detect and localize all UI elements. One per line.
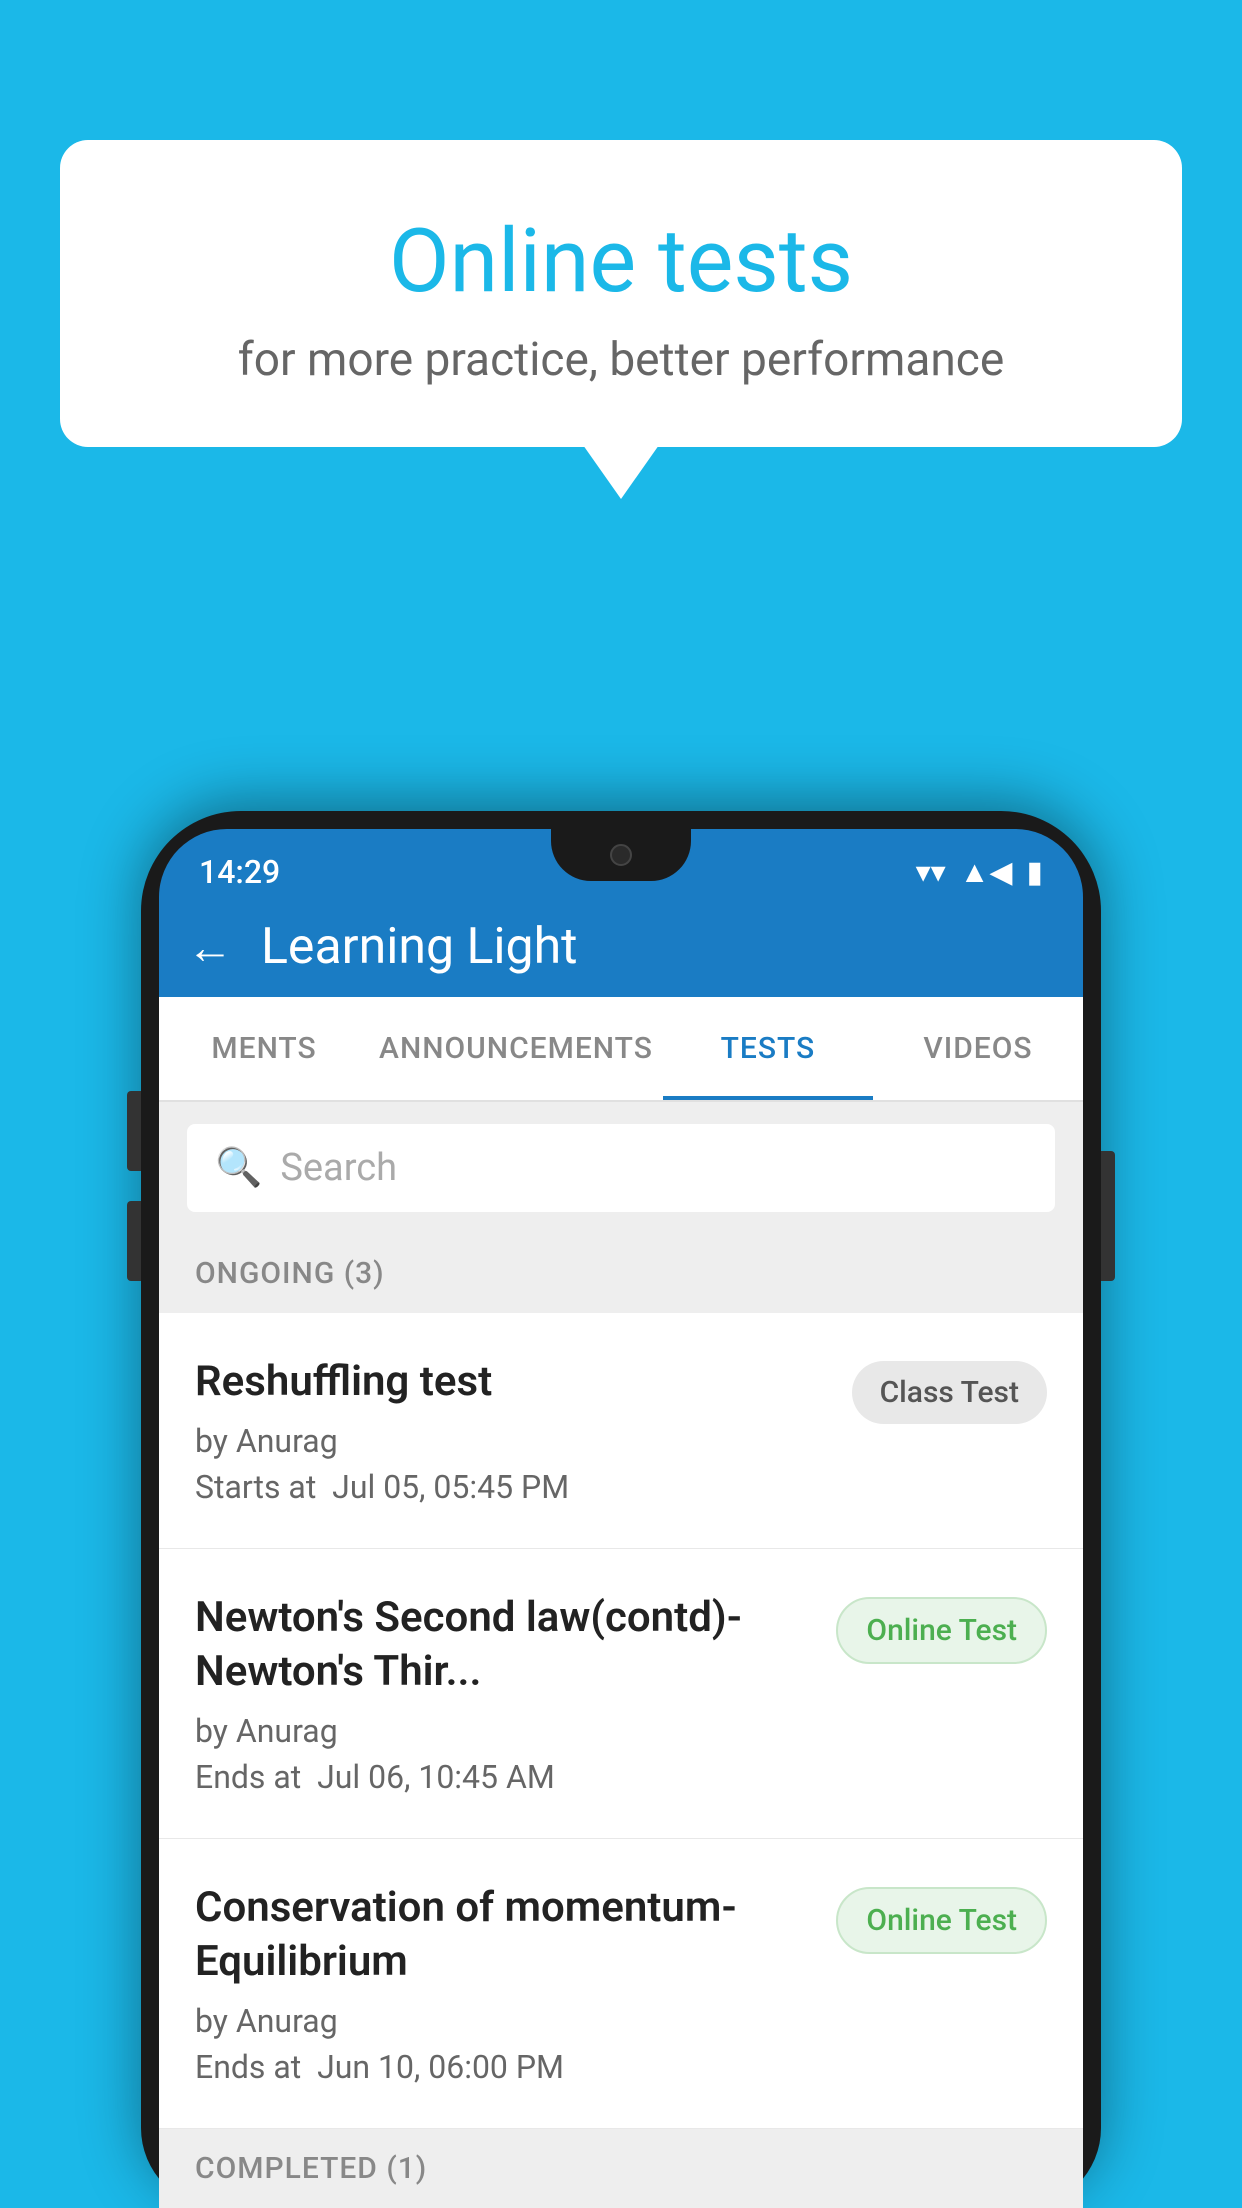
battery-icon: ▮ xyxy=(1026,855,1043,890)
back-button[interactable]: ← xyxy=(187,920,233,975)
test-info-1: Reshuffling test by Anurag Starts at Jul… xyxy=(195,1355,832,1506)
test-author-1: by Anurag xyxy=(195,1422,832,1460)
test-author-3: by Anurag xyxy=(195,2002,816,2040)
bubble-title: Online tests xyxy=(120,210,1122,313)
test-item-3[interactable]: Conservation of momentum-Equilibrium by … xyxy=(159,1839,1083,2129)
test-time-3: Ends at Jun 10, 06:00 PM xyxy=(195,2048,816,2086)
phone-screen: ← Learning Light MENTS ANNOUNCEMENTS TES… xyxy=(159,897,1083,2208)
search-container: 🔍 Search xyxy=(159,1102,1083,1234)
bubble-subtitle: for more practice, better performance xyxy=(120,333,1122,387)
phone-container: 14:29 ▾▾ ▲◀ ▮ ← Learning Light MENTS ANN… xyxy=(141,811,1101,2208)
test-info-2: Newton's Second law(contd)-Newton's Thir… xyxy=(195,1591,816,1796)
side-button-power[interactable] xyxy=(1101,1151,1115,1281)
signal-icon: ▲◀ xyxy=(960,855,1013,890)
tab-announcements[interactable]: ANNOUNCEMENTS xyxy=(369,997,663,1100)
test-list: Reshuffling test by Anurag Starts at Jul… xyxy=(159,1313,1083,2129)
test-badge-3: Online Test xyxy=(836,1887,1047,1954)
camera xyxy=(610,844,632,866)
completed-section-header: COMPLETED (1) xyxy=(159,2129,1083,2208)
tabs-container: MENTS ANNOUNCEMENTS TESTS VIDEOS xyxy=(159,997,1083,1102)
search-icon: 🔍 xyxy=(215,1146,262,1190)
speech-bubble: Online tests for more practice, better p… xyxy=(60,140,1182,447)
test-item-2[interactable]: Newton's Second law(contd)-Newton's Thir… xyxy=(159,1549,1083,1839)
test-name-3: Conservation of momentum-Equilibrium xyxy=(195,1881,816,1990)
test-badge-2: Online Test xyxy=(836,1597,1047,1664)
test-time-2: Ends at Jul 06, 10:45 AM xyxy=(195,1758,816,1796)
app-title: Learning Light xyxy=(261,918,578,976)
ongoing-section-header: ONGOING (3) xyxy=(159,1234,1083,1313)
test-name-2: Newton's Second law(contd)-Newton's Thir… xyxy=(195,1591,816,1700)
search-input[interactable]: Search xyxy=(280,1146,397,1190)
app-header: ← Learning Light xyxy=(159,897,1083,997)
status-icons: ▾▾ ▲◀ ▮ xyxy=(916,855,1043,890)
test-author-2: by Anurag xyxy=(195,1712,816,1750)
search-bar[interactable]: 🔍 Search xyxy=(187,1124,1055,1212)
notch xyxy=(551,829,691,881)
wifi-icon: ▾▾ xyxy=(916,855,946,890)
status-time: 14:29 xyxy=(199,853,280,891)
side-button-volume-down[interactable] xyxy=(127,1201,141,1281)
test-time-1: Starts at Jul 05, 05:45 PM xyxy=(195,1468,832,1506)
test-info-3: Conservation of momentum-Equilibrium by … xyxy=(195,1881,816,2086)
test-name-1: Reshuffling test xyxy=(195,1355,832,1410)
tab-videos[interactable]: VIDEOS xyxy=(873,997,1083,1100)
test-item-1[interactable]: Reshuffling test by Anurag Starts at Jul… xyxy=(159,1313,1083,1549)
tab-tests[interactable]: TESTS xyxy=(663,997,873,1100)
tab-ments[interactable]: MENTS xyxy=(159,997,369,1100)
speech-bubble-container: Online tests for more practice, better p… xyxy=(60,140,1182,447)
phone-outer: 14:29 ▾▾ ▲◀ ▮ ← Learning Light MENTS ANN… xyxy=(141,811,1101,2208)
side-button-volume-up[interactable] xyxy=(127,1091,141,1171)
test-badge-1: Class Test xyxy=(852,1361,1047,1424)
